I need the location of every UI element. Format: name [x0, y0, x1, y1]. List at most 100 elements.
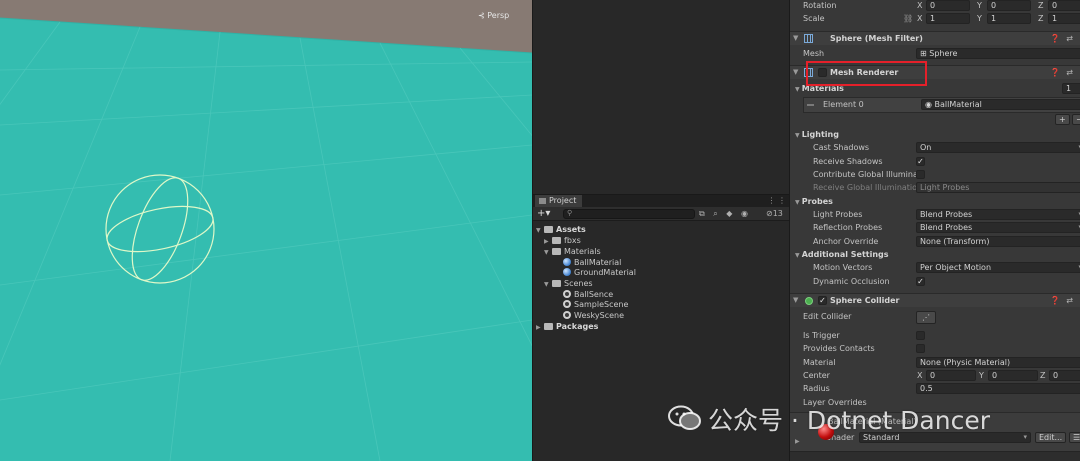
folder-icon — [552, 280, 561, 287]
scene-grid — [0, 0, 532, 461]
scene-view[interactable]: ⊰ Persp — [0, 0, 532, 461]
tree-label: Materials — [564, 247, 601, 256]
axis-x-label[interactable]: X — [917, 0, 922, 11]
material-icon — [563, 258, 571, 266]
axis-z-label[interactable]: Z — [1040, 370, 1045, 381]
sphere-collider-enabled-checkbox[interactable]: ✓ — [818, 296, 827, 305]
scale-y-field[interactable]: 1 — [987, 13, 1031, 24]
shader-edit-button[interactable]: Edit... — [1035, 432, 1067, 443]
scale-label: Scale — [803, 14, 825, 23]
collapse-triangle-icon[interactable]: ▼ — [793, 34, 798, 42]
create-button[interactable]: +▾ — [537, 208, 550, 220]
tree-label: WeskyScene — [574, 311, 625, 320]
axis-z-label[interactable]: Z — [1038, 13, 1043, 24]
expand-triangle-icon: ▼ — [544, 249, 549, 256]
tree-item-materials[interactable]: ▼ Materials — [544, 246, 601, 257]
axis-y-label[interactable]: Y — [977, 0, 982, 11]
center-z-field[interactable]: 0 — [1049, 370, 1080, 381]
element0-field[interactable]: ◉ BallMaterial — [921, 99, 1080, 110]
tree-label: GroundMaterial — [574, 268, 636, 277]
motion-vectors-dropdown[interactable]: Per Object Motion — [916, 262, 1080, 273]
middle-column: Project ⋮ ⋮ +▾ ⚲ ⧉ ⌕ ◆ ◉ ⊘13 ▼ Assets ▶ fb… — [532, 0, 790, 461]
tree-label: fbxs — [564, 236, 581, 245]
add-element-button[interactable]: + — [1055, 114, 1070, 125]
tree-item-wesky-scene[interactable]: WeskyScene — [563, 310, 624, 321]
materials-count-field[interactable]: 1 — [1062, 83, 1080, 94]
edit-collider-label: Edit Collider — [803, 312, 852, 321]
tree-item-fbxs[interactable]: ▶ fbxs — [544, 235, 581, 246]
axis-x-label[interactable]: X — [917, 13, 922, 24]
inspector-footer-strip — [790, 451, 1080, 461]
anchor-override-field[interactable]: None (Transform) — [916, 236, 1080, 247]
mesh-field[interactable]: ⊞ Sphere — [916, 48, 1080, 59]
tree-label: SampleScene — [574, 300, 629, 309]
rotation-z-field[interactable]: 0 — [1048, 0, 1080, 11]
probes-foldout[interactable]: ▼ Probes — [795, 196, 833, 208]
expand-triangle-icon: ▼ — [795, 132, 802, 139]
edit-collider-button[interactable]: ⋰ — [916, 311, 936, 324]
tab-menu-icon[interactable]: ⋮ ⋮ — [767, 195, 786, 207]
component-menu-icons[interactable]: ❓⇄ — [1050, 66, 1079, 80]
tree-item-assets[interactable]: ▼ Assets — [536, 224, 586, 235]
project-search-input[interactable]: ⚲ — [563, 209, 695, 219]
rotation-y-field[interactable]: 0 — [987, 0, 1031, 11]
expand-triangle-icon[interactable]: ▼ — [793, 296, 798, 304]
mesh-filter-title: Sphere (Mesh Filter) — [830, 34, 923, 43]
hidden-packages-count[interactable]: ⊘13 — [766, 208, 783, 220]
unity-scene-icon — [563, 300, 571, 308]
watermark-text: 公众号 · Dotnet Dancer — [708, 406, 990, 435]
provides-contacts-checkbox[interactable] — [916, 344, 925, 353]
component-menu-icons[interactable]: ❓⇄ — [1050, 294, 1079, 308]
projection-label[interactable]: ⊰ Persp — [478, 11, 509, 20]
sphere-collider-header[interactable]: ▼ ✓ Sphere Collider ❓⇄ — [790, 293, 1080, 307]
expand-triangle-icon[interactable]: ▼ — [793, 68, 798, 76]
rotation-x-field[interactable]: 0 — [926, 0, 970, 11]
mesh-label: Mesh — [803, 49, 825, 58]
radius-field[interactable]: 0.5 — [916, 383, 1080, 394]
receive-shadows-label: Receive Shadows — [813, 157, 883, 166]
remove-element-button[interactable]: − — [1072, 114, 1080, 125]
center-y-field[interactable]: 0 — [988, 370, 1038, 381]
scale-x-field[interactable]: 1 — [926, 13, 970, 24]
contribute-gi-checkbox[interactable] — [916, 170, 925, 179]
lighting-foldout[interactable]: ▼ Lighting — [795, 129, 839, 141]
folder-icon — [552, 237, 561, 244]
reflection-probes-dropdown[interactable]: Blend Probes — [916, 222, 1080, 233]
center-x-field[interactable]: 0 — [926, 370, 976, 381]
receive-shadows-checkbox[interactable]: ✓ — [916, 157, 925, 166]
dynamic-occlusion-checkbox[interactable]: ✓ — [916, 277, 925, 286]
collapse-triangle-icon[interactable]: ▶ — [795, 438, 800, 445]
material-icon — [563, 268, 571, 276]
additional-settings-foldout[interactable]: ▼ Additional Settings — [795, 249, 889, 261]
light-probes-dropdown[interactable]: Blend Probes — [916, 209, 1080, 220]
unity-scene-icon — [563, 290, 571, 298]
motion-vectors-label: Motion Vectors — [813, 263, 873, 272]
shader-menu-button[interactable]: ☰ — [1069, 432, 1080, 443]
mesh-filter-icon — [804, 34, 813, 43]
physic-material-field[interactable]: None (Physic Material) — [916, 357, 1080, 368]
filter-tool-icons[interactable]: ⧉ ⌕ ◆ ◉ — [699, 208, 751, 220]
axis-y-label[interactable]: Y — [979, 370, 984, 381]
tree-item-ground-material[interactable]: GroundMaterial — [563, 267, 636, 278]
tree-item-scenes[interactable]: ▼ Scenes — [544, 278, 593, 289]
tree-item-sample-scene[interactable]: SampleScene — [563, 299, 628, 310]
cast-shadows-label: Cast Shadows — [813, 143, 870, 152]
drag-handle-icon[interactable] — [807, 104, 814, 106]
scale-link-icon[interactable]: ⛓ — [903, 13, 913, 24]
expand-triangle-icon: ▼ — [795, 86, 802, 93]
material-label: Material — [803, 358, 836, 367]
folder-icon — [544, 226, 553, 233]
axis-z-label[interactable]: Z — [1038, 0, 1043, 11]
mesh-filter-header[interactable]: ▼ Sphere (Mesh Filter) ❓⇄ — [790, 31, 1080, 45]
expand-triangle-icon: ▼ — [536, 227, 541, 234]
axis-y-label[interactable]: Y — [977, 13, 982, 24]
axis-x-label[interactable]: X — [917, 370, 922, 381]
scale-z-field[interactable]: 1 — [1048, 13, 1080, 24]
cast-shadows-dropdown[interactable]: On — [916, 142, 1080, 153]
sphere-collider-icon — [805, 297, 813, 305]
is-trigger-checkbox[interactable] — [916, 331, 925, 340]
tree-item-packages[interactable]: ▶ Packages — [536, 321, 598, 332]
component-menu-icons[interactable]: ❓⇄ — [1050, 32, 1079, 46]
highlight-annotation-box — [806, 61, 927, 86]
tab-project[interactable]: Project — [535, 195, 583, 207]
